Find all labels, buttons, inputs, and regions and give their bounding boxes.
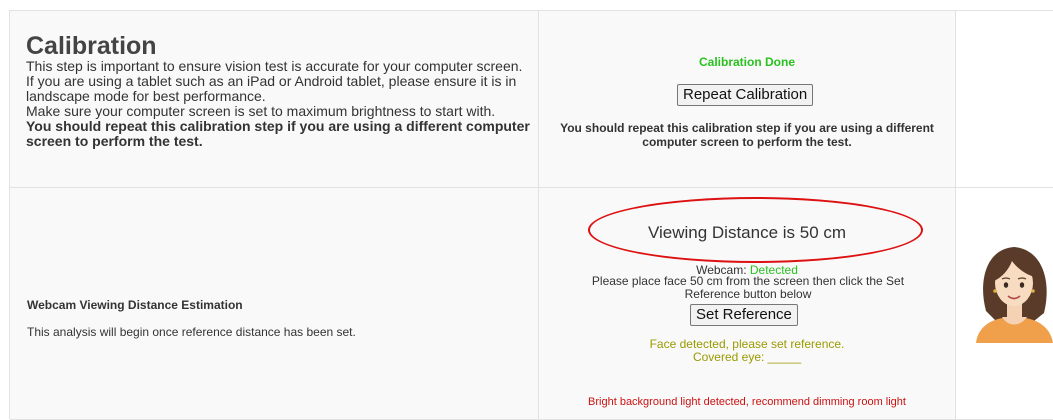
covered-eye-status: Covered eye: _____ xyxy=(692,350,802,364)
calibration-line-1: This step is important to ensure vision … xyxy=(26,58,523,74)
calibration-extra-cell xyxy=(956,11,1053,188)
calibration-line-2: If you are using a tablet such as an iPa… xyxy=(26,73,517,104)
calibration-action-cell: Calibration Done Repeat Calibration You … xyxy=(539,11,956,188)
face-avatar-icon xyxy=(976,247,1053,343)
settings-table: Calibration This step is important to en… xyxy=(9,10,1053,420)
calibration-title: Calibration xyxy=(26,32,157,60)
calibration-info-cell: Calibration This step is important to en… xyxy=(10,11,539,188)
avatar-cell xyxy=(956,188,1053,420)
calibration-line-4: You should repeat this calibration step … xyxy=(26,118,530,149)
viewing-distance-readout: Viewing Distance is 50 cm xyxy=(647,223,847,242)
calibration-line-3: Make sure your computer screen is set to… xyxy=(26,103,496,119)
repeat-calibration-button[interactable]: Repeat Calibration xyxy=(677,84,814,106)
webcam-info-cell: Webcam Viewing Distance Estimation This … xyxy=(10,188,539,420)
bright-light-warning: Bright background light detected, recomm… xyxy=(588,396,906,408)
calibration-instructions: This step is important to ensure vision … xyxy=(26,59,531,149)
repeat-calibration-note: You should repeat this calibration step … xyxy=(560,121,934,149)
place-face-instruction: Please place face 50 cm from the screen … xyxy=(591,274,905,301)
webcam-action-cell: Viewing Distance is 50 cm Webcam: Detect… xyxy=(539,188,956,420)
webcam-description: This analysis will begin once reference … xyxy=(27,325,356,339)
calibration-status: Calibration Done xyxy=(698,55,795,69)
face-status: Face detected, please set reference. Cov… xyxy=(539,338,955,364)
webcam-title: Webcam Viewing Distance Estimation xyxy=(27,298,243,312)
set-reference-button[interactable]: Set Reference xyxy=(690,304,798,326)
